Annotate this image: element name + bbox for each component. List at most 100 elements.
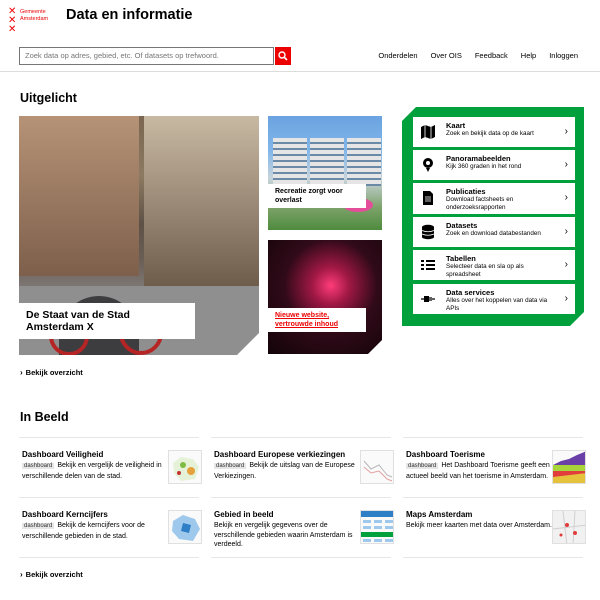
photo-building [273, 138, 307, 186]
photo-building [144, 116, 259, 286]
card-title: Gebied in beeld [214, 510, 274, 519]
chevron-right-icon: › [20, 368, 23, 377]
quick-link-title: Tabellen [446, 254, 476, 263]
map-thumbnail [168, 450, 202, 484]
main-nav: Onderdelen Over OIS Feedback Help Inlogg… [365, 51, 578, 60]
quick-link-panoramabeelden[interactable]: Panoramabeelden Kijk 360 graden in het r… [413, 150, 575, 180]
amsterdam-xxx-icon: ✕ ✕ ✕ [8, 6, 17, 35]
divider [19, 497, 199, 498]
plug-icon [421, 296, 435, 302]
corner-cut [237, 333, 259, 355]
site-title[interactable]: Data en informatie [66, 7, 193, 23]
nav-inloggen[interactable]: Inloggen [549, 51, 578, 60]
nav-over-ois[interactable]: Over OIS [431, 51, 462, 60]
featured-main-card[interactable]: De Staat van de Stad Amsterdam X [19, 116, 259, 355]
dashboard-tag: dashboard [22, 523, 55, 529]
card-desc: dashboard Het Dashboard Toerisme geeft ee… [406, 461, 556, 481]
search-icon [278, 51, 288, 61]
quick-link-data-services[interactable]: Data services Alles over het koppelen va… [413, 284, 575, 314]
quick-link-desc: Zoek en download databestanden [446, 230, 541, 237]
dashboard-tag: dashboard [22, 463, 55, 469]
search-bar: Zoek data op adres, gebied, etc. Of data… [0, 47, 600, 67]
quick-link-title: Kaart [446, 121, 466, 130]
card-maps-amsterdam[interactable]: Maps Amsterdam Bekijk meer kaarten met d… [406, 510, 586, 560]
chevron-right-icon: › [20, 570, 23, 579]
photo-building [19, 116, 139, 276]
featured-main-caption[interactable]: De Staat van de Stad Amsterdam X [19, 303, 195, 339]
card-title: Dashboard Veiligheid [22, 450, 104, 459]
quick-link-title: Data services [446, 288, 495, 297]
site-header: ✕ ✕ ✕ Gemeente Amsterdam Data en informati… [0, 0, 600, 42]
featured-card-caption[interactable]: Nieuwe website, vertrouwde inhoud [268, 308, 366, 332]
quick-link-publicaties[interactable]: Publicaties Download factsheets en onder… [413, 183, 575, 214]
featured-heading: Uitgelicht [20, 91, 77, 105]
divider [19, 437, 199, 438]
amsterdam-logo[interactable]: ✕ ✕ ✕ Gemeente Amsterdam [8, 7, 58, 37]
quick-link-title: Datasets [446, 221, 478, 230]
chart-thumbnail [360, 450, 394, 484]
chevron-right-icon: › [564, 259, 568, 270]
divider [211, 497, 391, 498]
corner-cut [368, 340, 382, 354]
photo-building [347, 138, 381, 186]
search-input[interactable]: Zoek data op adres, gebied, etc. Of data… [19, 47, 274, 65]
card-title: Dashboard Toerisme [406, 450, 485, 459]
card-gebied-in-beeld[interactable]: Gebied in beeld Bekijk en vergelijk gege… [214, 510, 394, 560]
divider [403, 437, 583, 438]
featured-card-caption[interactable]: Recreatie zorgt voor overlast [268, 184, 366, 208]
quick-link-desc: Kijk 360 graden in het rond [446, 163, 522, 170]
panorama-icon [423, 158, 433, 172]
divider [211, 557, 391, 558]
chevron-right-icon: › [564, 159, 568, 170]
divider [403, 497, 583, 498]
in-beeld-overview-link[interactable]: › Bekijk overzicht [20, 570, 83, 579]
quick-link-kaart[interactable]: Kaart Zoek en bekijk data op de kaart › [413, 117, 575, 147]
header-divider [0, 71, 600, 72]
featured-card-website[interactable]: Nieuwe website, vertrouwde inhoud [268, 240, 382, 354]
nav-feedback[interactable]: Feedback [475, 51, 508, 60]
quick-link-tabellen[interactable]: Tabellen Selecteer data en sla op als sp… [413, 250, 575, 280]
featured-card-recreatie[interactable]: Recreatie zorgt voor overlast [268, 116, 382, 230]
chevron-right-icon: › [564, 226, 568, 237]
chevron-right-icon: › [564, 293, 568, 304]
quick-link-desc: Selecteer data en sla op als spreadsheet [446, 263, 524, 278]
divider [19, 557, 199, 558]
card-desc: dashboard Bekijk de uitslag van de Europe… [214, 461, 364, 481]
quick-link-desc: Zoek en bekijk data op de kaart [446, 130, 534, 137]
quick-link-desc: Alles over het koppelen van data via API… [446, 297, 548, 312]
dashboard-tag: dashboard [406, 463, 439, 469]
table-icon [421, 260, 435, 270]
map-icon [421, 125, 435, 139]
quick-link-title: Panoramabeelden [446, 154, 511, 163]
card-desc: Bekijk meer kaarten met data over Amster… [406, 522, 552, 529]
document-icon [423, 191, 433, 205]
panel-corner [570, 312, 584, 326]
card-title: Dashboard Europese verkiezingen [214, 450, 346, 459]
divider [403, 557, 583, 558]
featured-overview-link[interactable]: › Bekijk overzicht [20, 368, 83, 377]
logo-text: Gemeente Amsterdam [20, 9, 49, 22]
photo-building [310, 138, 344, 186]
card-desc: dashboard Bekijk de kerncijfers voor de v… [22, 521, 172, 541]
nav-help[interactable]: Help [521, 51, 536, 60]
chevron-right-icon: › [564, 192, 568, 203]
nav-onderdelen[interactable]: Onderdelen [378, 51, 417, 60]
card-title: Maps Amsterdam [406, 510, 473, 519]
divider [211, 437, 391, 438]
dashboard-card-kerncijfers[interactable]: Dashboard Kerncijfers dashboard Bekijk de… [22, 510, 202, 560]
map-thumbnail [552, 510, 586, 544]
map-thumbnail [168, 510, 202, 544]
dashboard-card-toerisme[interactable]: Dashboard Toerisme dashboard Het Dashboar… [406, 450, 586, 500]
chart-thumbnail [552, 450, 586, 484]
quick-link-datasets[interactable]: Datasets Zoek en download databestanden … [413, 217, 575, 247]
search-button[interactable] [275, 47, 291, 65]
dashboard-card-europese-verkiezingen[interactable]: Dashboard Europese verkiezingen dashboar… [214, 450, 394, 500]
quick-link-title: Publicaties [446, 187, 486, 196]
chevron-right-icon: › [564, 126, 568, 137]
dashboard-card-veiligheid[interactable]: Dashboard Veiligheid dashboard Bekijk en … [22, 450, 202, 500]
quick-link-desc: Download factsheets en onderzoeksrapport… [446, 196, 514, 211]
link-label: Bekijk overzicht [25, 368, 83, 377]
database-icon [421, 224, 435, 240]
in-beeld-heading: In Beeld [20, 410, 69, 424]
card-desc: dashboard Bekijk en vergelijk de veilighe… [22, 461, 172, 481]
